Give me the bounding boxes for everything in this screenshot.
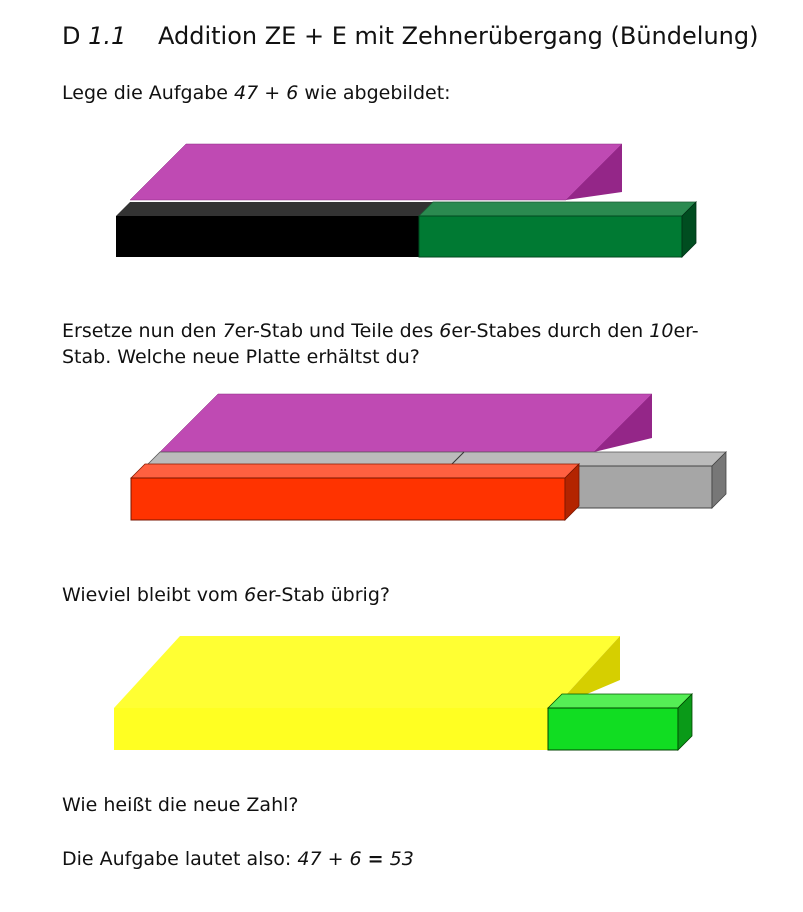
equals-sign: = (367, 848, 384, 870)
figure-result (114, 636, 693, 751)
result-line: Die Aufgabe lautet also: 47 + 6 = 53 (62, 848, 414, 870)
result-task: 47 + 6 (297, 848, 362, 870)
question-new-number: Wie heißt die neue Zahl? (62, 794, 299, 816)
yellow-plate-50 (114, 636, 620, 750)
result-answer: 53 (389, 848, 414, 870)
one-rod (547, 693, 693, 751)
